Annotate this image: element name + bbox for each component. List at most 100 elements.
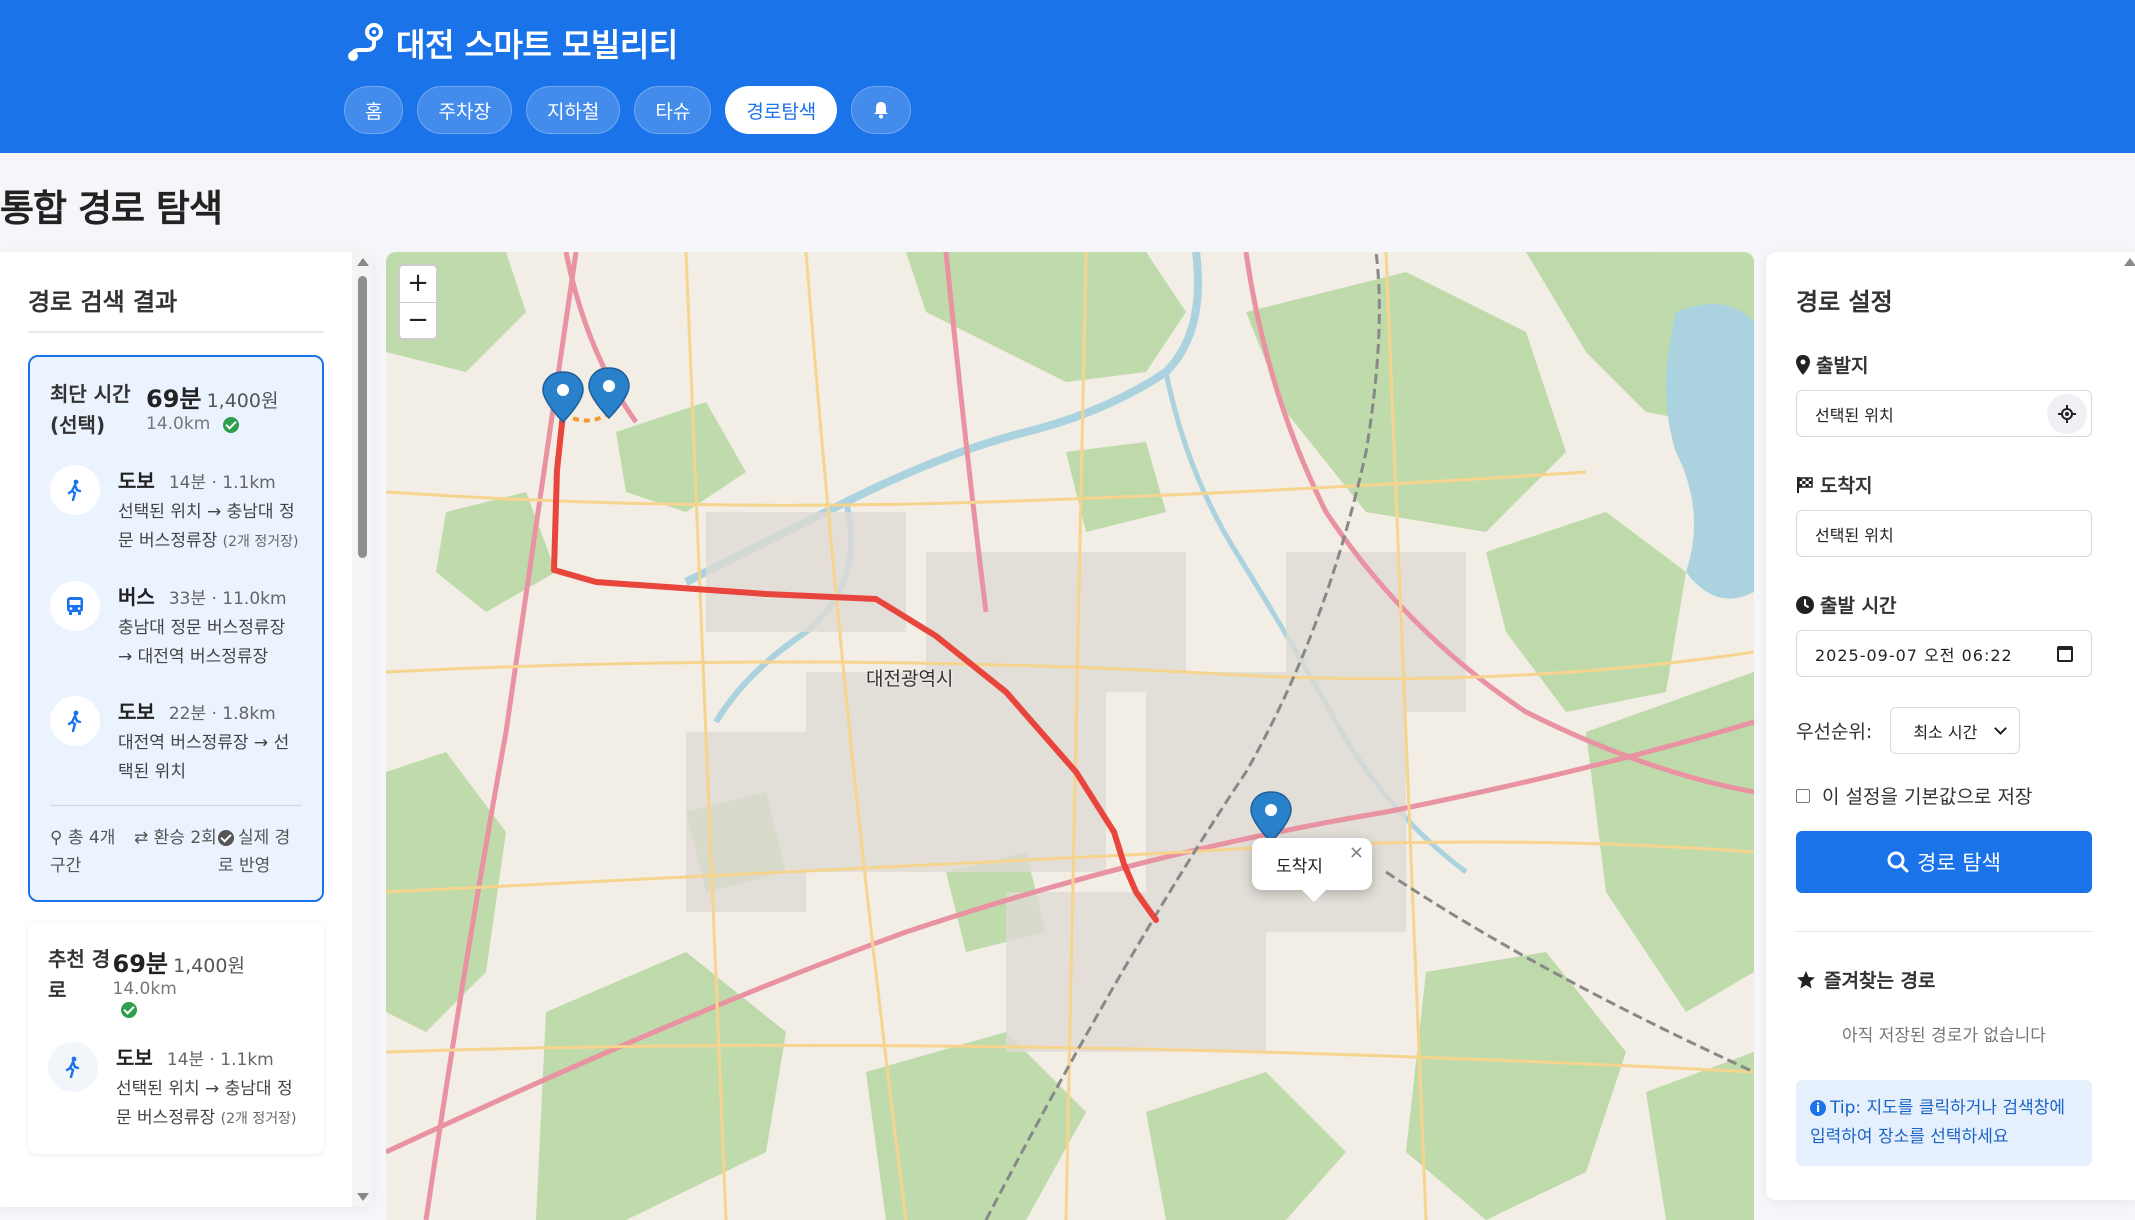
leg-title: 버스 33분 · 11.0km	[118, 581, 302, 610]
results-scrollbar[interactable]	[352, 252, 372, 1207]
settings-panel: 경로 설정 출발지 선택된 위치 도착지 선택된 위치 출발 시간 2025-0…	[1766, 252, 2135, 1200]
route-card-recommended[interactable]: 추천 경로 69분 1,400원 14.0km 도보 14분 · 1.1km 선택…	[28, 922, 324, 1154]
destination-label: 도착지	[1796, 471, 2092, 498]
settings-scrollbar[interactable]	[2123, 252, 2135, 1200]
route-time: 69분	[146, 385, 202, 413]
route-logo-icon	[348, 23, 383, 61]
destination-label-text: 도착지	[1820, 475, 1873, 497]
scroll-up-arrow[interactable]	[2124, 258, 2135, 266]
search-icon	[1887, 851, 1909, 873]
walk-icon	[50, 465, 100, 515]
leg-meta: 14분 · 1.1km	[168, 473, 276, 493]
origin-label-text: 출발지	[1816, 355, 1869, 377]
destination-popup: 도착지 ×	[1252, 838, 1372, 902]
results-panel: 경로 검색 결과 최단 시간 (선택) 69분 1,400원 14.0km 도보…	[0, 252, 372, 1207]
route-leg: 도보 14분 · 1.1km 선택된 위치 → 충남대 정문 버스정류장 (2개 …	[50, 465, 302, 557]
transfers-count: ⇄ 환승 2회	[134, 824, 218, 880]
leg-description: 선택된 위치 → 충남대 정문 버스정류장 (2개 정거장)	[118, 498, 302, 557]
leg-description: 충남대 정문 버스정류장 → 대전역 버스정류장	[118, 618, 286, 667]
settings-heading: 경로 설정	[1796, 288, 1893, 316]
segments-count: ⚲ 총 4개 구간	[50, 824, 134, 880]
settings-form: 경로 설정 출발지 선택된 위치 도착지 선택된 위치 출발 시간 2025-0…	[1796, 282, 2092, 1166]
zoom-out-button[interactable]: −	[400, 302, 436, 338]
notifications-button[interactable]	[851, 86, 912, 134]
favorites-title: 즐겨찾는 경로	[1796, 966, 2092, 993]
route-summary: 69분 1,400원 14.0km	[146, 379, 278, 434]
destination-value: 선택된 위치	[1815, 525, 1894, 545]
route-summary: 69분 1,400원 14.0km	[113, 944, 304, 1018]
route-search-button[interactable]: 경로 탐색	[1796, 831, 2092, 893]
departure-time-value: 2025-09-07 오전 06:22	[1815, 645, 2013, 665]
leg-title: 도보 22분 · 1.8km	[118, 696, 302, 725]
bell-icon	[874, 102, 889, 119]
route-leg: 도보 14분 · 1.1km 선택된 위치 → 충남대 정문 버스정류장 (2개 …	[48, 1042, 304, 1134]
tip-box: i Tip: 지도를 클릭하거나 검색창에 입력하여 장소를 선택하세요	[1796, 1080, 2092, 1166]
crosshair-icon	[2058, 405, 2076, 423]
check-circle-icon	[218, 830, 234, 846]
zoom-control: + −	[398, 264, 438, 340]
departure-time-input[interactable]: 2025-09-07 오전 06:22	[1796, 630, 2092, 677]
priority-select[interactable]: 최소 시간	[1890, 707, 2021, 754]
popup-close-button[interactable]: ×	[1349, 842, 1364, 863]
scroll-thumb[interactable]	[358, 276, 367, 558]
nav-parking[interactable]: 주차장	[417, 86, 512, 134]
route-leg: 버스 33분 · 11.0km 충남대 정문 버스정류장 → 대전역 버스정류장	[50, 581, 302, 672]
route-card-header: 최단 시간 (선택) 69분 1,400원 14.0km	[50, 379, 302, 441]
route-label: 최단 시간 (선택)	[50, 382, 131, 437]
leg-description: 대전역 버스정류장 → 선택된 위치	[118, 733, 290, 782]
tip-text: Tip: 지도를 클릭하거나 검색창에 입력하여 장소를 선택하세요	[1810, 1098, 2065, 1147]
flag-checkered-icon	[1797, 476, 1813, 493]
leg-mode: 도보	[118, 700, 155, 724]
scroll-up-arrow[interactable]	[357, 258, 369, 266]
leg-meta: 22분 · 1.8km	[168, 704, 276, 724]
route-search-label: 경로 탐색	[1917, 851, 2001, 875]
departure-time-label: 출발 시간	[1796, 591, 2092, 618]
brand[interactable]: 대전 스마트 모빌리티	[344, 20, 678, 66]
leg-mode: 버스	[118, 585, 155, 609]
leg-mode: 도보	[116, 1046, 153, 1070]
clock-icon	[1796, 595, 1814, 614]
origin-label: 출발지	[1796, 351, 2092, 378]
leg-note: (2개 정거장)	[220, 1111, 297, 1127]
calendar-icon[interactable]	[2057, 646, 2073, 662]
results-scroll-area[interactable]: 경로 검색 결과 최단 시간 (선택) 69분 1,400원 14.0km 도보…	[0, 252, 352, 1207]
zoom-in-button[interactable]: +	[400, 266, 436, 302]
nav-route-search[interactable]: 경로탐색	[725, 86, 838, 134]
leg-mode: 도보	[118, 469, 155, 493]
route-time: 69분	[112, 950, 168, 978]
save-default-label: 이 설정을 기본값으로 저장	[1822, 786, 2033, 808]
favorites-empty-text: 아직 저장된 경로가 없습니다	[1842, 1026, 2046, 1046]
leg-title: 도보 14분 · 1.1km	[118, 465, 302, 494]
map-tiles	[386, 252, 1754, 1220]
route-leg: 도보 22분 · 1.8km 대전역 버스정류장 → 선택된 위치	[50, 696, 302, 787]
check-circle-icon	[120, 1001, 137, 1018]
route-icon: ⚲	[50, 828, 68, 848]
results-heading: 경로 검색 결과	[28, 282, 324, 333]
origin-input[interactable]: 선택된 위치	[1796, 390, 2092, 437]
walk-icon	[48, 1042, 98, 1092]
scroll-down-arrow[interactable]	[357, 1193, 369, 1201]
check-circle-icon	[223, 416, 240, 433]
map-pin-icon	[1796, 354, 1810, 375]
destination-input[interactable]: 선택된 위치	[1796, 510, 2092, 557]
bus-icon	[50, 581, 100, 631]
city-label: 대전광역시	[866, 668, 954, 690]
nav-home[interactable]: 홈	[344, 86, 404, 134]
priority-row: 우선순위: 최소 시간	[1796, 707, 2092, 754]
route-distance: 14.0km	[146, 414, 211, 434]
save-default-checkbox[interactable]	[1796, 788, 1810, 803]
leg-title: 도보 14분 · 1.1km	[116, 1042, 304, 1071]
locate-button[interactable]	[2047, 394, 2087, 434]
route-card-selected[interactable]: 최단 시간 (선택) 69분 1,400원 14.0km 도보 14분 · 1.1…	[28, 355, 324, 902]
walk-icon	[50, 696, 100, 746]
favorites-title-text: 즐겨찾는 경로	[1824, 970, 1936, 992]
divider	[1796, 931, 2092, 932]
route-distance: 14.0km	[112, 979, 177, 999]
route-map[interactable]: 대전광역시 + − 도착지 ×	[386, 252, 1754, 1220]
leg-description: 선택된 위치 → 충남대 정문 버스정류장 (2개 정거장)	[116, 1075, 304, 1134]
route-card-footer: ⚲ 총 4개 구간 ⇄ 환승 2회 실제 경로 반영	[50, 805, 302, 880]
nav-subway[interactable]: 지하철	[525, 86, 621, 134]
info-icon: i	[1810, 1100, 1826, 1116]
nav-tashu[interactable]: 타슈	[634, 86, 712, 134]
leg-body: 도보 14분 · 1.1km 선택된 위치 → 충남대 정문 버스정류장 (2개 …	[118, 465, 302, 557]
